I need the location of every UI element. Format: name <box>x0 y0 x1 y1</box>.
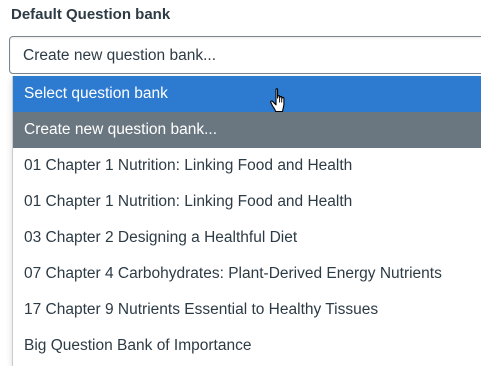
option-create-new-question-bank[interactable]: Create new question bank... <box>13 112 481 148</box>
option-chapter-2-healthful-diet[interactable]: 03 Chapter 2 Designing a Healthful Diet <box>13 220 481 256</box>
option-chapter-9-nutrients[interactable]: 17 Chapter 9 Nutrients Essential to Heal… <box>13 292 481 328</box>
default-question-bank-label: Default Question bank <box>11 6 171 23</box>
hand-pointer-icon <box>270 88 285 113</box>
question-bank-select-value: Create new question bank... <box>23 47 217 64</box>
option-chapter-1-nutrition-duplicate[interactable]: 01 Chapter 1 Nutrition: Linking Food and… <box>13 184 481 220</box>
option-chapter-1-nutrition[interactable]: 01 Chapter 1 Nutrition: Linking Food and… <box>13 148 481 184</box>
option-select-question-bank[interactable]: Select question bank <box>13 76 481 112</box>
question-bank-dropdown-list: Select question bank Create new question… <box>12 76 481 366</box>
option-chapter-4-carbohydrates[interactable]: 07 Chapter 4 Carbohydrates: Plant-Derive… <box>13 256 481 292</box>
question-bank-select[interactable]: Create new question bank... <box>9 36 481 74</box>
